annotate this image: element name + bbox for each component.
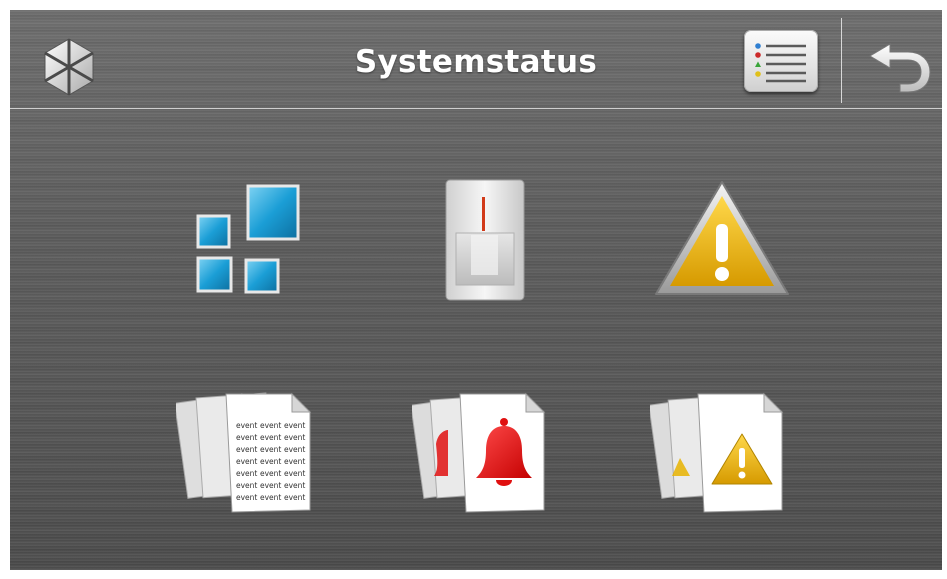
partitions-tile[interactable] [190, 178, 302, 298]
event-log-line: event [236, 433, 257, 442]
alarm-log-tile[interactable] [410, 384, 552, 522]
event-log-line: event [284, 493, 305, 502]
alarm-log-icon [410, 392, 546, 513]
list-menu-icon [755, 43, 806, 83]
trouble-log-icon [648, 392, 784, 513]
event-log-line: event [284, 469, 305, 478]
event-log-line: event [260, 469, 281, 478]
event-log-line: event [236, 469, 257, 478]
menu-button[interactable] [744, 30, 818, 92]
trouble-log-tile[interactable] [648, 384, 790, 522]
back-button[interactable] [864, 32, 936, 98]
zones-tile[interactable] [442, 177, 528, 303]
event-log-line: event [260, 481, 281, 490]
partitions-icon [196, 184, 300, 294]
event-log-line: event [236, 493, 257, 502]
event-log-tile[interactable]: event event event event event event even… [173, 384, 316, 522]
header-divider [841, 18, 842, 103]
event-log-line: event [284, 481, 305, 490]
event-log-line: event [236, 421, 257, 430]
event-log-line: event [236, 457, 257, 466]
troubles-tile[interactable] [652, 178, 792, 302]
event-log-line: event [284, 445, 305, 454]
event-log-line: event [284, 421, 305, 430]
event-log-line: event [284, 433, 305, 442]
warning-triangle-icon [655, 181, 789, 295]
event-log-icon: event event event event event event even… [173, 392, 312, 513]
event-log-line: event [236, 445, 257, 454]
event-log-line: event [284, 457, 305, 466]
event-log-line: event [260, 445, 281, 454]
screen-frame: Systemstatus event event event event eve… [10, 10, 942, 570]
header-bar: Systemstatus [10, 10, 942, 109]
event-log-line: event [260, 493, 281, 502]
event-log-line: event [236, 481, 257, 490]
detector-zones-icon [445, 179, 525, 301]
back-arrow-icon [869, 43, 931, 93]
event-log-line: event [260, 433, 281, 442]
event-log-line: event [260, 457, 281, 466]
event-log-line: event [260, 421, 281, 430]
